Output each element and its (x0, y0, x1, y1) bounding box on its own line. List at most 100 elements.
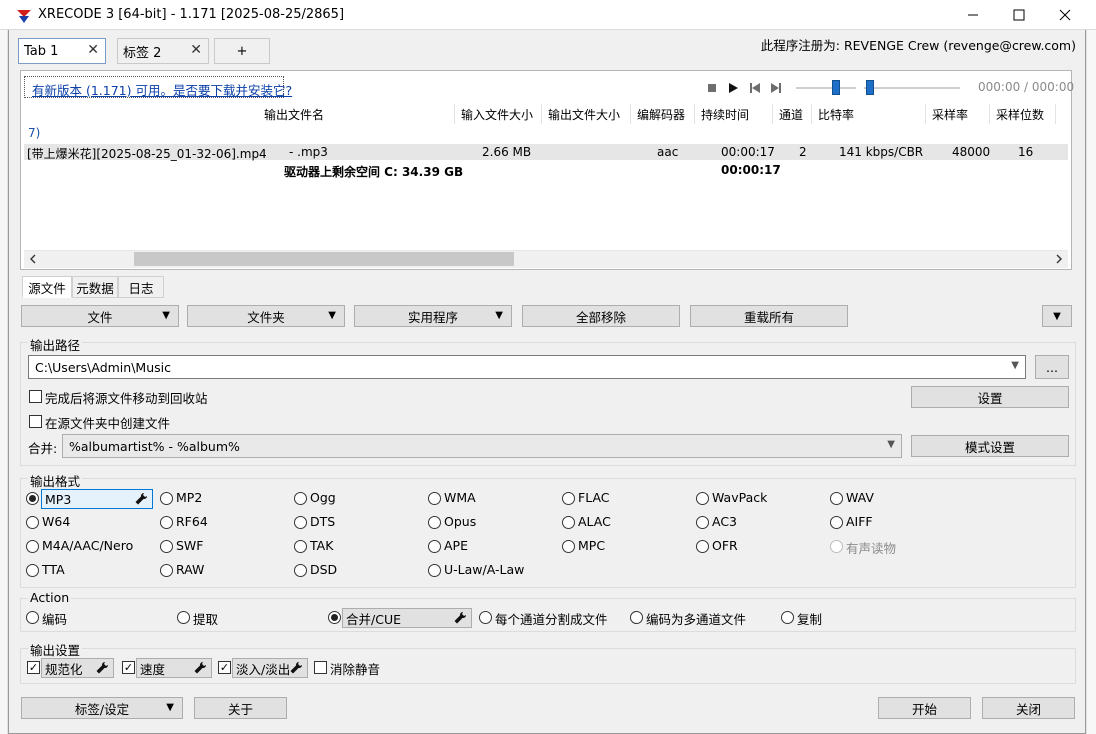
format-radio-rf64[interactable] (160, 516, 173, 529)
scroll-right-icon[interactable] (1054, 254, 1064, 264)
format-radio-tak[interactable] (294, 540, 307, 553)
merge-pattern-combobox[interactable]: %albumartist% - %album% ▼ (62, 434, 902, 458)
format-radio-mpc[interactable] (562, 540, 575, 553)
reset-all-button[interactable]: 重载所有 (690, 305, 848, 327)
speed-options-box[interactable]: 速度 (136, 658, 212, 678)
pattern-settings-button[interactable]: 模式设置 (911, 435, 1069, 457)
position-slider-thumb[interactable] (866, 80, 874, 95)
new-tab-button[interactable]: + (214, 38, 270, 64)
column-separator[interactable] (1055, 104, 1056, 124)
format-radio-dsd[interactable] (294, 564, 307, 577)
action-radio-split-channels[interactable] (479, 611, 492, 624)
remove-silence-checkbox[interactable] (314, 661, 327, 674)
format-radio-alac[interactable] (562, 516, 575, 529)
update-link[interactable]: 有新版本 (1.171) 可用。是否要下载并安装它? (32, 80, 292, 99)
column-header-output-name[interactable]: 输出文件名 (264, 106, 324, 123)
action-radio-encode[interactable] (26, 611, 39, 624)
column-separator[interactable] (811, 104, 812, 124)
wrench-icon[interactable] (289, 661, 303, 675)
volume-slider-thumb[interactable] (832, 80, 840, 95)
format-radio-swf[interactable] (160, 540, 173, 553)
folder-dropdown-button[interactable]: 文件夹 ▼ (187, 305, 345, 327)
move-to-recycle-checkbox[interactable] (29, 390, 42, 403)
format-radio-mp2[interactable] (160, 492, 173, 505)
normalize-options-box[interactable]: 规范化 (41, 658, 114, 678)
merge-cue-options-box[interactable]: 合并/CUE (342, 608, 472, 628)
format-radio-raw[interactable] (160, 564, 173, 577)
format-radio-tta[interactable] (26, 564, 39, 577)
format-radio-mp3[interactable] (26, 492, 39, 505)
next-icon[interactable] (770, 82, 782, 94)
format-radio-ape[interactable] (428, 540, 441, 553)
stop-icon[interactable] (706, 82, 718, 94)
maximize-button[interactable] (996, 0, 1042, 30)
column-separator[interactable] (541, 104, 542, 124)
wrench-icon[interactable] (134, 492, 148, 506)
close-window-button[interactable] (1042, 0, 1088, 30)
column-header-codec[interactable]: 编解码器 (637, 106, 685, 123)
format-radio-ogg[interactable] (294, 492, 307, 505)
about-button[interactable]: 关于 (194, 697, 287, 719)
close-button[interactable]: 关闭 (982, 697, 1075, 719)
utilities-dropdown-button[interactable]: 实用程序 ▼ (354, 305, 512, 327)
mp3-options-box[interactable]: MP3 (41, 489, 153, 509)
volume-slider-track[interactable] (796, 87, 856, 89)
subtab-log[interactable]: 日志 (118, 276, 164, 298)
wrench-icon[interactable] (95, 661, 109, 675)
format-radio-w64[interactable] (26, 516, 39, 529)
remove-all-button[interactable]: 全部移除 (522, 305, 680, 327)
column-header-duration[interactable]: 持续时间 (701, 106, 749, 123)
format-radio-wavpack[interactable] (696, 492, 709, 505)
action-radio-extract[interactable] (177, 611, 190, 624)
tags-settings-dropdown-button[interactable]: 标签/设定 ▼ (21, 697, 183, 719)
files-dropdown-button[interactable]: 文件 ▼ (21, 305, 179, 327)
speed-checkbox[interactable]: ✓ (122, 661, 135, 674)
column-separator[interactable] (630, 104, 631, 124)
wrench-icon[interactable] (193, 661, 207, 675)
column-header-channels[interactable]: 通道 (779, 106, 803, 123)
create-in-source-checkbox[interactable] (29, 415, 42, 428)
column-separator[interactable] (454, 104, 455, 124)
format-radio-ulaw[interactable] (428, 564, 441, 577)
format-radio-dts[interactable] (294, 516, 307, 529)
fade-checkbox[interactable]: ✓ (218, 661, 231, 674)
settings-button[interactable]: 设置 (911, 386, 1069, 408)
fade-options-box[interactable]: 淡入/淡出 (232, 658, 308, 678)
format-radio-aiff[interactable] (830, 516, 843, 529)
more-options-button[interactable]: ▼ (1042, 305, 1072, 327)
horizontal-scrollbar-thumb[interactable] (134, 252, 514, 266)
normalize-checkbox[interactable]: ✓ (27, 661, 40, 674)
format-radio-ac3[interactable] (696, 516, 709, 529)
column-header-input-size[interactable]: 输入文件大小 (461, 106, 533, 123)
browse-button[interactable]: ... (1035, 355, 1069, 379)
column-separator[interactable] (989, 104, 990, 124)
column-separator[interactable] (694, 104, 695, 124)
column-separator[interactable] (772, 104, 773, 124)
subtab-source-files[interactable]: 源文件 (22, 276, 72, 298)
format-radio-ofr[interactable] (696, 540, 709, 553)
column-header-samplerate[interactable]: 采样率 (932, 106, 968, 123)
scroll-left-icon[interactable] (28, 254, 38, 264)
action-radio-copy[interactable] (781, 611, 794, 624)
wrench-icon[interactable] (453, 611, 467, 625)
play-icon[interactable] (727, 82, 739, 94)
file-list-panel[interactable] (20, 70, 1072, 270)
minimize-button[interactable] (950, 0, 996, 30)
format-radio-wma[interactable] (428, 492, 441, 505)
format-radio-opus[interactable] (428, 516, 441, 529)
position-slider-track[interactable] (864, 87, 960, 89)
action-radio-multichannel[interactable] (630, 611, 643, 624)
column-header-bitrate[interactable]: 比特率 (818, 106, 854, 123)
previous-icon[interactable] (749, 82, 761, 94)
column-header-output-size[interactable]: 输出文件大小 (548, 106, 620, 123)
format-radio-wav[interactable] (830, 492, 843, 505)
tab-1[interactable]: Tab 1 ✕ (18, 38, 106, 64)
column-header-bits[interactable]: 采样位数 (996, 106, 1044, 123)
subtab-metadata[interactable]: 元数据 (72, 276, 118, 298)
tab-2[interactable]: 标签 2 ✕ (117, 38, 209, 64)
start-button[interactable]: 开始 (878, 697, 971, 719)
action-radio-merge-cue[interactable] (328, 611, 341, 624)
format-radio-m4a[interactable] (26, 540, 39, 553)
close-tab-icon[interactable]: ✕ (190, 42, 202, 58)
output-path-combobox[interactable]: C:\Users\Admin\Music ▼ (28, 355, 1026, 379)
